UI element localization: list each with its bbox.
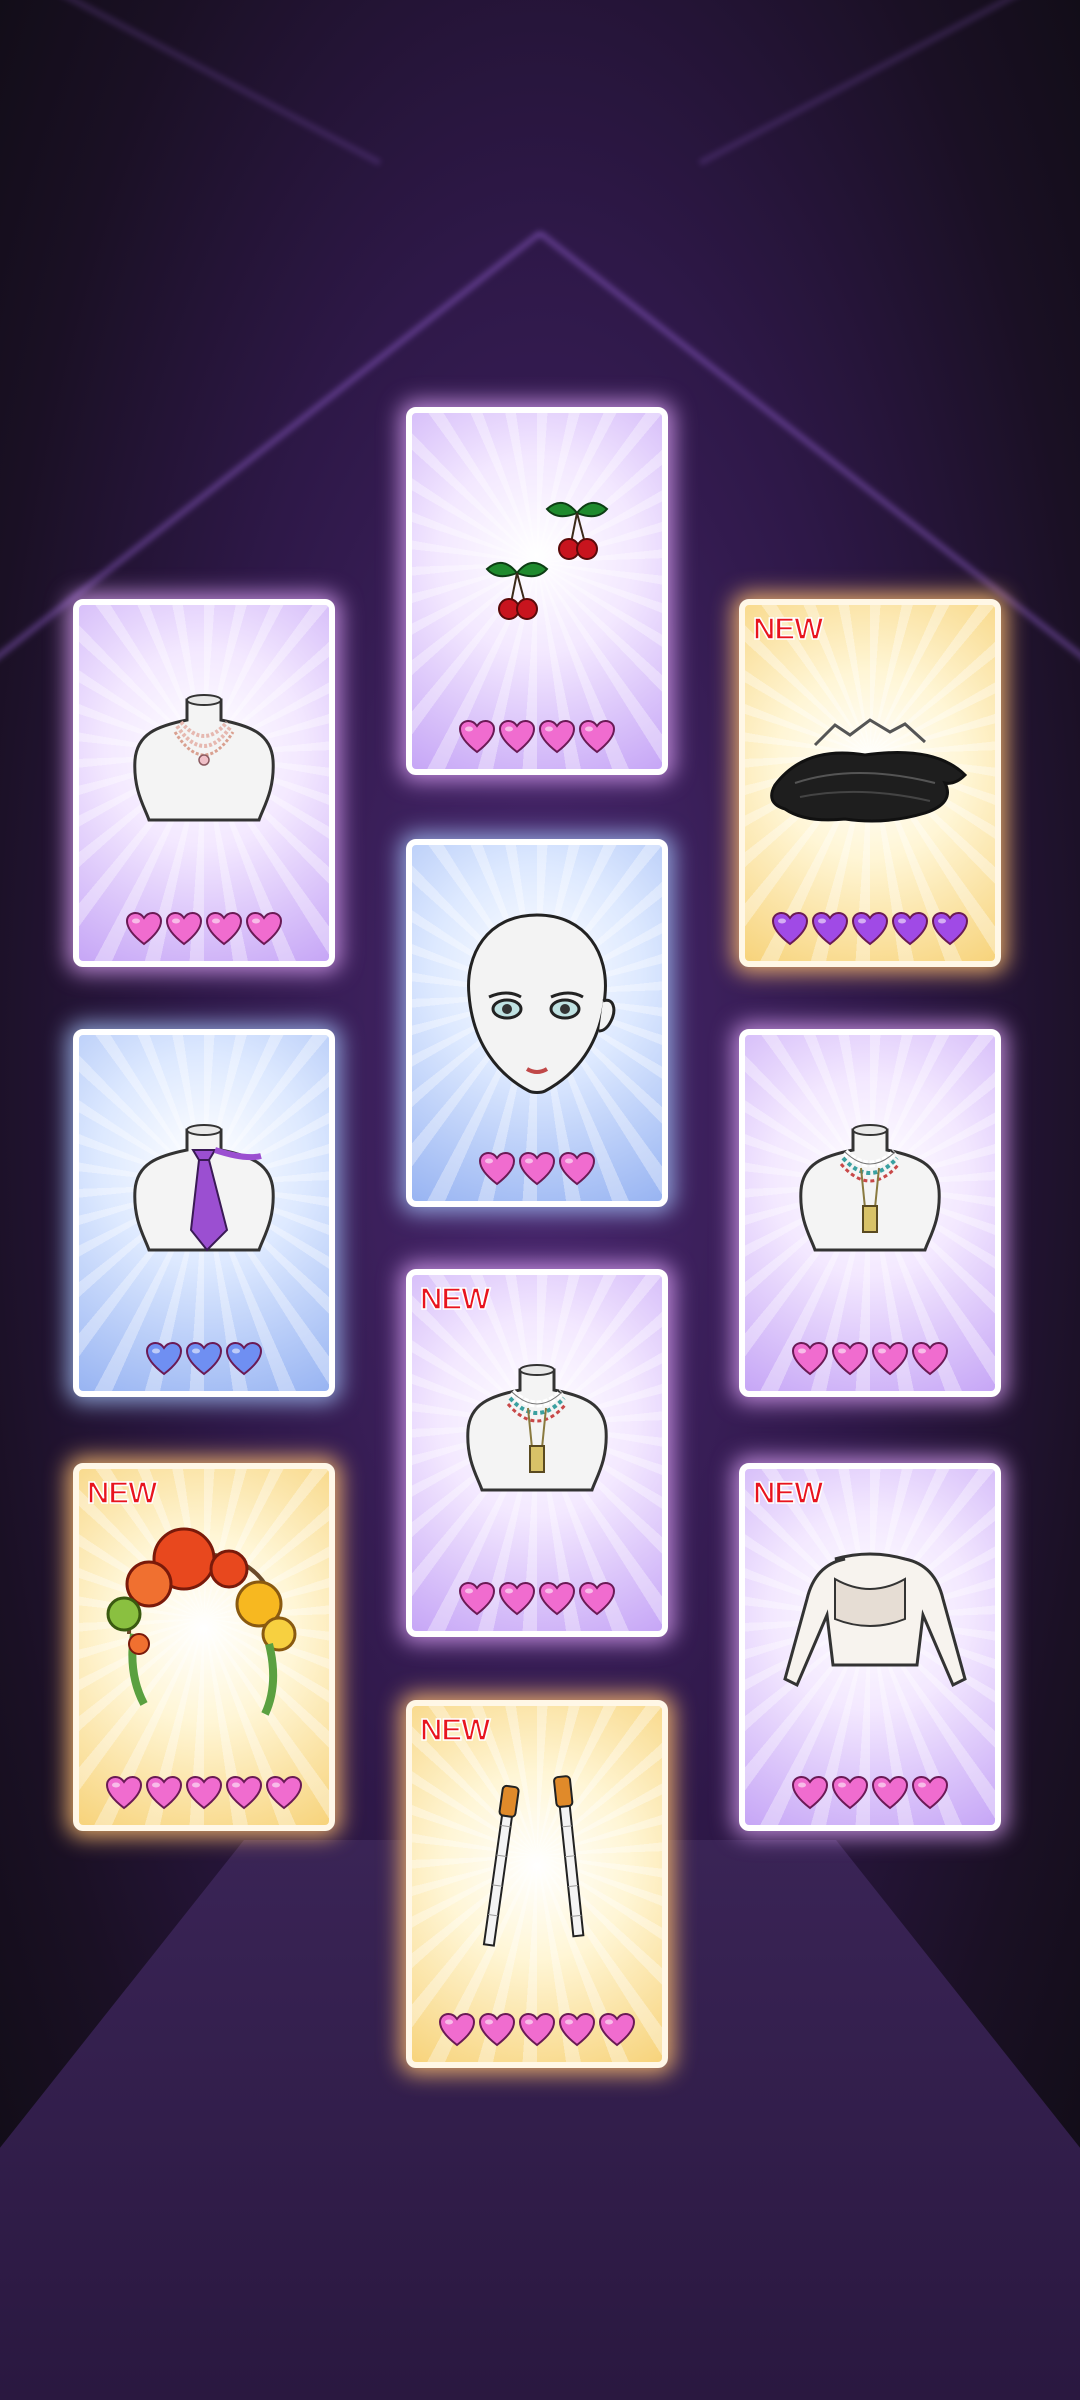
item-card-beaded-necklace-center[interactable]: NEW [406,1269,668,1637]
heart-icon [205,911,243,947]
rarity-hearts [412,1581,662,1617]
heart-icon [578,1581,616,1617]
rarity-hearts [79,911,329,947]
heart-icon [478,1151,516,1187]
heart-icon [538,719,576,755]
heart-icon [911,1775,949,1811]
item-card-white-shrug[interactable]: NEW [739,1463,1001,1831]
heart-icon [871,1775,909,1811]
item-card-flower-headpiece[interactable]: NEW [73,1463,335,1831]
flower-headpiece-icon [79,1509,329,1749]
heart-icon [145,1775,183,1811]
heart-icon [498,719,536,755]
pearl-necklace-icon [79,645,329,885]
heart-icon [498,1581,536,1617]
heart-icon [225,1341,263,1377]
heart-icon [518,2012,556,2048]
rarity-hearts [745,1775,995,1811]
heart-icon [831,1775,869,1811]
heart-icon [558,2012,596,2048]
item-card-cherry-earrings[interactable] [406,407,668,775]
heart-icon [458,1581,496,1617]
heart-icon [478,2012,516,2048]
heart-icon [518,1151,556,1187]
rarity-hearts [412,2012,662,2048]
heart-icon [891,911,929,947]
new-badge: NEW [752,610,824,647]
white-shrug-icon [745,1509,995,1749]
heart-icon [791,1775,829,1811]
heart-icon [771,911,809,947]
heart-icon [831,1341,869,1377]
item-card-beaded-necklace-right[interactable] [739,1029,1001,1397]
heart-icon [145,1341,183,1377]
beaded-necklace-icon [412,1315,662,1555]
new-badge: NEW [752,1474,824,1511]
heart-icon [438,2012,476,2048]
face-icon [412,885,662,1125]
heart-icon [598,2012,636,2048]
heart-icon [538,1581,576,1617]
rarity-hearts [79,1775,329,1811]
heart-icon [185,1341,223,1377]
heart-icon [225,1775,263,1811]
rarity-hearts [745,1341,995,1377]
heart-icon [811,911,849,947]
rarity-hearts [745,911,995,947]
heart-icon [458,719,496,755]
cherry-earrings-icon [412,453,662,693]
heart-icon [105,1775,143,1811]
beaded-necklace-icon [745,1075,995,1315]
heart-icon [185,1775,223,1811]
item-card-dark-hair[interactable]: NEW [739,599,1001,967]
heart-icon [265,1775,303,1811]
heart-icon [851,911,889,947]
item-card-pearl-necklace[interactable] [73,599,335,967]
rarity-hearts [412,719,662,755]
heart-icon [165,911,203,947]
item-card-purple-tie[interactable] [73,1029,335,1397]
new-badge: NEW [419,1280,491,1317]
heart-icon [578,719,616,755]
new-badge: NEW [419,1711,491,1748]
heart-icon [931,911,969,947]
rarity-hearts [412,1151,662,1187]
dark-hair-icon [745,645,995,885]
heart-icon [791,1341,829,1377]
rarity-hearts [79,1341,329,1377]
hair-sticks-icon [412,1746,662,1986]
purple-tie-icon [79,1075,329,1315]
heart-icon [125,911,163,947]
item-card-hair-sticks[interactable]: NEW [406,1700,668,2068]
item-card-face[interactable] [406,839,668,1207]
heart-icon [558,1151,596,1187]
heart-icon [911,1341,949,1377]
heart-icon [871,1341,909,1377]
new-badge: NEW [86,1474,158,1511]
heart-icon [245,911,283,947]
